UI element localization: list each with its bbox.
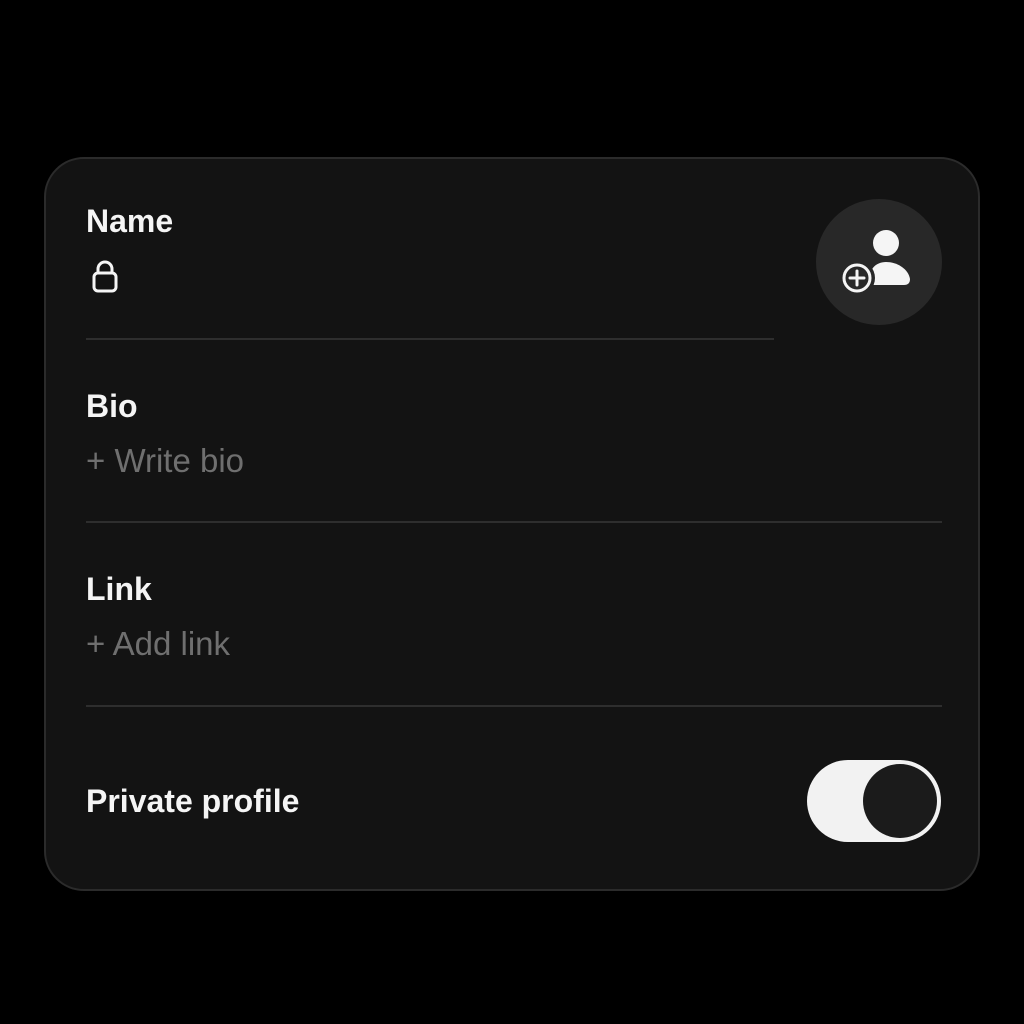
link-divider [86,705,942,707]
add-link-button[interactable]: + Add link [86,624,230,664]
add-person-icon [839,230,910,296]
toggle-knob [863,764,937,838]
add-profile-photo-button[interactable] [816,199,942,325]
private-profile-label: Private profile [86,783,300,819]
profile-edit-card: Name Bio + Write bio Link + Add link Pri… [44,157,980,891]
private-profile-toggle[interactable] [807,760,941,842]
bio-label: Bio [86,388,138,424]
name-divider [86,338,774,340]
name-label: Name [86,203,174,239]
lock-icon [92,260,118,293]
bio-divider [86,521,942,523]
link-label: Link [86,571,152,607]
write-bio-button[interactable]: + Write bio [86,441,244,481]
